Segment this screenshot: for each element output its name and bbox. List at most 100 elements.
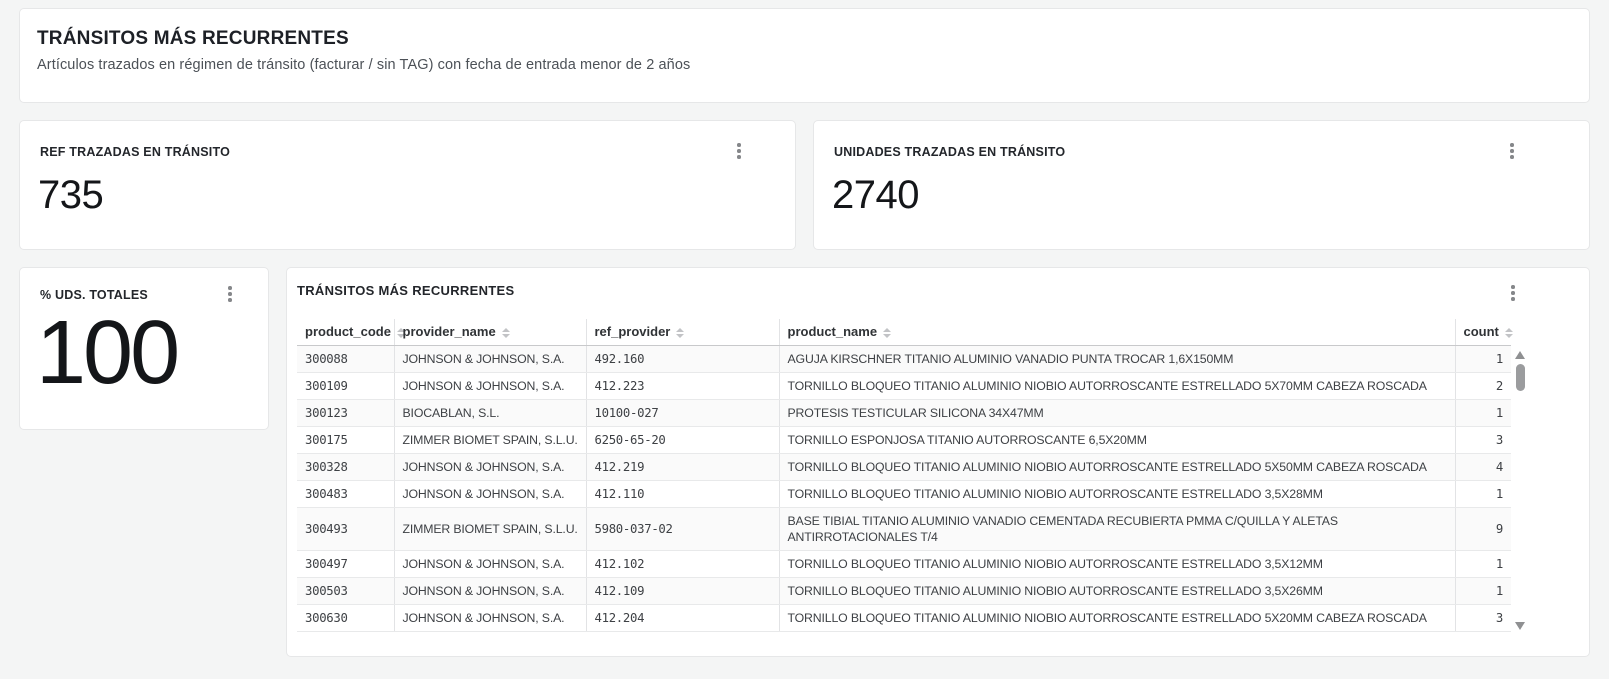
stat-value: 735: [38, 173, 104, 217]
scroll-down-icon[interactable]: [1515, 622, 1525, 630]
column-header-ref_provider[interactable]: ref_provider: [585, 319, 779, 346]
page-title: TRÁNSITOS MÁS RECURRENTES: [37, 28, 349, 49]
cell-ref_provider: 5980-037-02: [585, 507, 779, 551]
cell-product_name: TORNILLO BLOQUEO TITANIO ALUMINIO NIOBIO…: [778, 577, 1455, 605]
cell-product_name: TORNILLO BLOQUEO TITANIO ALUMINIO NIOBIO…: [778, 372, 1455, 400]
cell-product_name: AGUJA KIRSCHNER TITANIO ALUMINIO VANADIO…: [778, 345, 1455, 373]
cell-product_code: 300483: [297, 480, 394, 508]
table-head-row: product_code provider_name ref_provider pro…: [297, 319, 1511, 346]
cell-provider_name: JOHNSON & JOHNSON, S.A.: [393, 345, 586, 373]
cell-product_code: 300630: [297, 604, 394, 632]
cell-count: 1: [1454, 577, 1511, 605]
cell-count: 3: [1454, 604, 1511, 632]
cell-ref_provider: 6250-65-20: [585, 426, 779, 454]
stat-panel-title: % UDS. TOTALES: [40, 288, 148, 302]
cell-count: 2: [1454, 372, 1511, 400]
bottom-row: % UDS. TOTALES 100 TRÁNSITOS MÁS RECURRE…: [19, 267, 1590, 657]
cell-product_code: 300175: [297, 426, 394, 454]
stat-panel-unidades-trazadas: UNIDADES TRAZADAS EN TRÁNSITO 2740: [813, 120, 1590, 250]
cell-provider_name: BIOCABLAN, S.L.: [393, 399, 586, 427]
cell-provider_name: JOHNSON & JOHNSON, S.A.: [393, 577, 586, 605]
stat-value: 100: [36, 303, 180, 403]
cell-product_name: BASE TIBIAL TITANIO ALUMINIO VANADIO CEM…: [778, 507, 1455, 551]
column-header-label: count: [1463, 324, 1499, 339]
cell-provider_name: JOHNSON & JOHNSON, S.A.: [393, 453, 586, 481]
table-area: product_code provider_name ref_provider pro…: [297, 319, 1579, 636]
cell-count: 1: [1454, 550, 1511, 578]
stat-panel-ref-trazadas: REF TRAZADAS EN TRÁNSITO 735: [19, 120, 796, 250]
column-header-label: ref_provider: [594, 324, 671, 339]
table-row: 300175 ZIMMER BIOMET SPAIN, S.L.U. 6250-65…: [297, 426, 1511, 454]
table-scrollbar[interactable]: [1513, 347, 1528, 636]
column-header-label: product_code: [305, 324, 391, 339]
column-header-count[interactable]: count: [1454, 319, 1513, 346]
cell-count: 1: [1454, 399, 1511, 427]
sort-icon: [502, 328, 510, 338]
table-row: 300483 JOHNSON & JOHNSON, S.A. 412.110 TORN…: [297, 480, 1511, 508]
sort-icon: [883, 328, 891, 338]
cell-ref_provider: 412.219: [585, 453, 779, 481]
scrollbar-thumb[interactable]: [1516, 364, 1525, 391]
sort-icon: [676, 328, 684, 338]
cell-product_code: 300328: [297, 453, 394, 481]
cell-ref_provider: 10100-027: [585, 399, 779, 427]
panel-menu-icon[interactable]: [1504, 141, 1520, 161]
dashboard-page: TRÁNSITOS MÁS RECURRENTES Artículos traz…: [0, 0, 1609, 657]
column-header-product_name[interactable]: product_name: [778, 319, 1455, 346]
page-subtitle: Artículos trazados en régimen de tránsit…: [37, 57, 691, 73]
table-body: 300088 JOHNSON & JOHNSON, S.A. 492.160 AGUJ…: [297, 345, 1511, 632]
table-row: 300503 JOHNSON & JOHNSON, S.A. 412.109 TORN…: [297, 577, 1511, 605]
cell-provider_name: ZIMMER BIOMET SPAIN, S.L.U.: [393, 507, 586, 551]
cell-product_code: 300088: [297, 345, 394, 373]
cell-count: 1: [1454, 480, 1511, 508]
stat-panel-title: REF TRAZADAS EN TRÁNSITO: [40, 145, 230, 159]
column-header-label: provider_name: [402, 324, 496, 339]
cell-ref_provider: 412.102: [585, 550, 779, 578]
column-header-provider_name[interactable]: provider_name: [393, 319, 586, 346]
cell-provider_name: JOHNSON & JOHNSON, S.A.: [393, 604, 586, 632]
cell-product_name: TORNILLO BLOQUEO TITANIO ALUMINIO NIOBIO…: [778, 550, 1455, 578]
column-header-label: product_name: [787, 324, 878, 339]
cell-ref_provider: 412.110: [585, 480, 779, 508]
cell-product_name: TORNILLO ESPONJOSA TITANIO AUTORROSCANTE…: [778, 426, 1455, 454]
dashboard-header-panel: TRÁNSITOS MÁS RECURRENTES Artículos traz…: [19, 8, 1590, 103]
cell-product_code: 300123: [297, 399, 394, 427]
cell-count: 3: [1454, 426, 1511, 454]
table-row: 300497 JOHNSON & JOHNSON, S.A. 412.102 TORN…: [297, 550, 1511, 578]
stats-row: REF TRAZADAS EN TRÁNSITO 735 UNIDADES TR…: [19, 120, 1590, 250]
stat-value: 2740: [832, 173, 919, 217]
table-row: 300123 BIOCABLAN, S.L. 10100-027 PROTESIS T…: [297, 399, 1511, 427]
scroll-up-icon[interactable]: [1515, 351, 1525, 359]
cell-product_code: 300493: [297, 507, 394, 551]
table-row: 300328 JOHNSON & JOHNSON, S.A. 412.219 TORN…: [297, 453, 1511, 481]
panel-menu-icon[interactable]: [1505, 283, 1521, 303]
table-panel-transitos: TRÁNSITOS MÁS RECURRENTES product_code pr…: [286, 267, 1590, 657]
cell-product_name: TORNILLO BLOQUEO TITANIO ALUMINIO NIOBIO…: [778, 480, 1455, 508]
cell-ref_provider: 412.223: [585, 372, 779, 400]
cell-ref_provider: 492.160: [585, 345, 779, 373]
table-row: 300493 ZIMMER BIOMET SPAIN, S.L.U. 5980-03…: [297, 507, 1511, 551]
table-row: 300630 JOHNSON & JOHNSON, S.A. 412.204 TORN…: [297, 604, 1511, 632]
sort-icon: [1505, 328, 1513, 338]
stat-panel-title: UNIDADES TRAZADAS EN TRÁNSITO: [834, 145, 1066, 159]
table-row: 300088 JOHNSON & JOHNSON, S.A. 492.160 AGUJ…: [297, 345, 1511, 373]
cell-product_code: 300109: [297, 372, 394, 400]
cell-product_code: 300497: [297, 550, 394, 578]
data-table: product_code provider_name ref_provider pro…: [297, 319, 1511, 632]
cell-product_name: PROTESIS TESTICULAR SILICONA 34X47MM: [778, 399, 1455, 427]
panel-menu-icon[interactable]: [731, 141, 747, 161]
column-header-product_code[interactable]: product_code: [297, 319, 394, 346]
cell-provider_name: JOHNSON & JOHNSON, S.A.: [393, 372, 586, 400]
cell-provider_name: JOHNSON & JOHNSON, S.A.: [393, 550, 586, 578]
cell-product_code: 300503: [297, 577, 394, 605]
cell-ref_provider: 412.109: [585, 577, 779, 605]
cell-count: 1: [1454, 345, 1511, 373]
table-row: 300109 JOHNSON & JOHNSON, S.A. 412.223 TORN…: [297, 372, 1511, 400]
stat-panel-pct-uds-totales: % UDS. TOTALES 100: [19, 267, 269, 430]
cell-count: 4: [1454, 453, 1511, 481]
cell-product_name: TORNILLO BLOQUEO TITANIO ALUMINIO NIOBIO…: [778, 604, 1455, 632]
cell-count: 9: [1454, 507, 1511, 551]
cell-product_name: TORNILLO BLOQUEO TITANIO ALUMINIO NIOBIO…: [778, 453, 1455, 481]
panel-menu-icon[interactable]: [222, 284, 238, 304]
cell-ref_provider: 412.204: [585, 604, 779, 632]
